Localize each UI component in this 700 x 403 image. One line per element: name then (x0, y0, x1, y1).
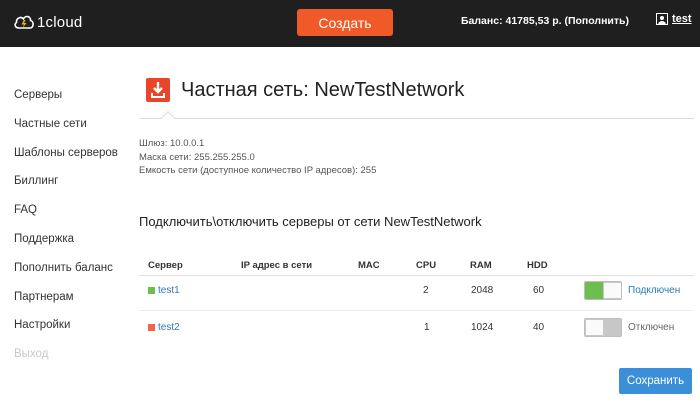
download-icon[interactable] (146, 78, 170, 102)
connection-toggle[interactable] (584, 281, 622, 300)
toggle-knob (585, 319, 604, 336)
toggle-fill (585, 282, 604, 299)
toggle-fill (604, 319, 621, 336)
row-divider (139, 310, 694, 311)
column-header-mac: MAC (358, 260, 380, 271)
column-header-ip: IP адрес в сети (241, 260, 313, 271)
cpu-value: 1 (424, 322, 430, 333)
table-row-server-link[interactable]: test1 (148, 285, 180, 296)
sidebar-item-private-networks[interactable]: Частные сети (14, 118, 134, 147)
user-icon (656, 13, 668, 25)
server-name: test1 (158, 285, 180, 296)
server-status-square (148, 324, 155, 331)
connection-status: Отключен (628, 322, 675, 333)
username: test (672, 13, 692, 25)
hdd-value: 40 (533, 322, 545, 333)
sidebar-item-logout[interactable]: Выход (14, 348, 134, 377)
ram-value: 2048 (471, 285, 494, 296)
logo-text: 1cloud (37, 13, 83, 31)
connection-toggle[interactable] (584, 318, 622, 337)
table-header-divider (139, 275, 694, 276)
sidebar-item-server-templates[interactable]: Шаблоны серверов (14, 147, 134, 176)
sidebar-item-partners[interactable]: Партнерам (14, 291, 134, 320)
create-button[interactable]: Создать (297, 9, 393, 36)
save-button[interactable]: Сохранить (619, 368, 692, 394)
connection-status: Подключен (628, 285, 681, 296)
gateway-text: Шлюз: 10.0.0.1 (139, 138, 205, 149)
balance-link[interactable]: Баланс: 41785,53 р. (Пополнить) (461, 15, 629, 27)
server-status-square (148, 287, 155, 294)
column-header-cpu: CPU (416, 260, 437, 271)
network-info: Шлюз: 10.0.0.1 Маска сети: 255.255.255.0… (139, 137, 376, 178)
section-subtitle: Подключить\отключить серверы от сети New… (139, 214, 482, 229)
hdd-value: 60 (533, 285, 545, 296)
sidebar-item-servers[interactable]: Серверы (14, 89, 134, 118)
sidebar-item-top-up-balance[interactable]: Пополнить баланс (14, 262, 134, 291)
netmask-text: Маска сети: 255.255.255.0 (139, 151, 255, 163)
user-menu[interactable]: test (656, 13, 692, 25)
page-title: Частная сеть: NewTestNetwork (181, 78, 465, 101)
divider-notch (160, 110, 176, 126)
server-name: test2 (158, 322, 180, 333)
ram-value: 1024 (471, 322, 494, 333)
column-header-hdd: HDD (527, 260, 548, 271)
sidebar-item-support[interactable]: Поддержка (14, 233, 134, 262)
page-title-row: Частная сеть: NewTestNetwork (146, 78, 464, 102)
sidebar-item-settings[interactable]: Настройки (14, 319, 134, 348)
toggle-knob (603, 282, 621, 299)
cpu-value: 2 (423, 285, 429, 296)
capacity-text: Емкость сети (доступное количество IP ад… (139, 165, 377, 176)
column-header-server: Сервер (148, 260, 183, 271)
cloud-logo-icon (14, 15, 34, 29)
title-divider (139, 118, 694, 119)
sidebar-item-faq[interactable]: FAQ (14, 204, 134, 233)
column-header-ram: RAM (470, 260, 492, 271)
table-row-server-link[interactable]: test2 (148, 322, 180, 333)
logo[interactable]: 1cloud (13, 11, 82, 33)
sidebar-nav: Серверы Частные сети Шаблоны серверов Би… (14, 89, 134, 377)
sidebar-item-billing[interactable]: Биллинг (14, 175, 134, 204)
top-bar: 1cloud Создать Баланс: 41785,53 р. (Попо… (0, 0, 700, 47)
